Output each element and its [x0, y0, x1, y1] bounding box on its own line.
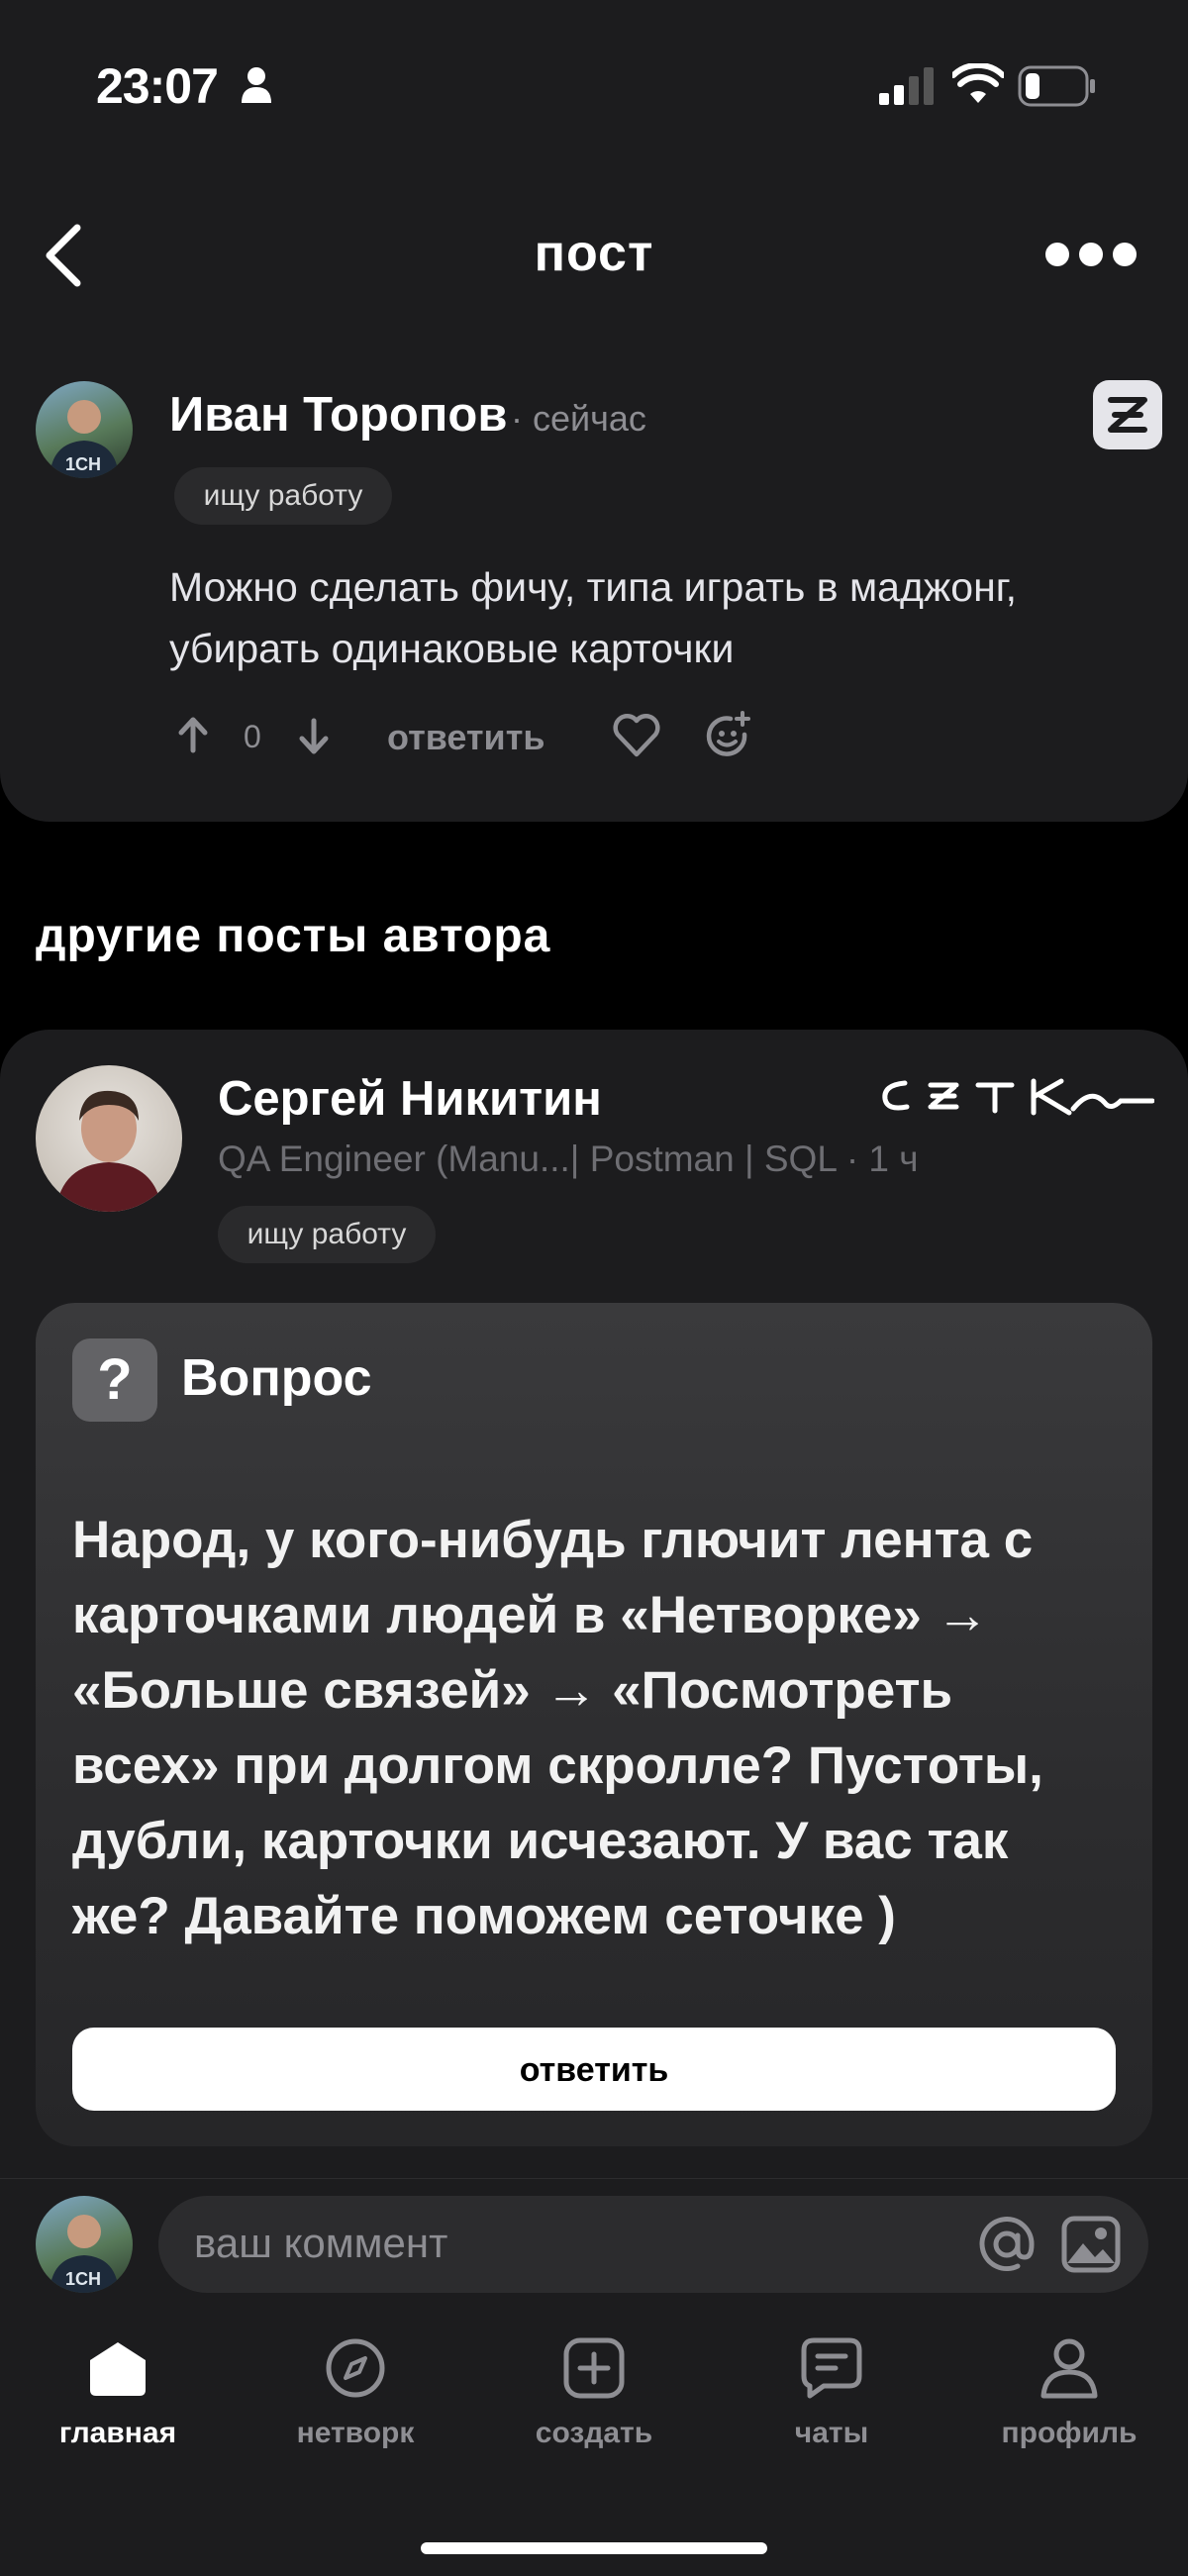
- tab-label: чаты: [794, 2417, 869, 2449]
- downvote-button[interactable]: [297, 717, 331, 761]
- post-author-subtitle: QA Engineer (Manu...| Postman | SQL · 1 …: [218, 1139, 919, 1179]
- comment-text-line: убирать одинаковые карточки: [169, 626, 735, 671]
- post-author-name[interactable]: Сергей Никитин: [218, 1071, 602, 1127]
- comment-text-line: Можно сделать фичу, типа играть в маджон…: [169, 564, 1018, 610]
- comment-author[interactable]: Иван Торопов: [169, 387, 507, 443]
- vote-score: 0: [244, 719, 261, 754]
- mention-icon[interactable]: [976, 2214, 1038, 2280]
- more-options-button[interactable]: [1043, 240, 1138, 274]
- home-indicator: [421, 2542, 767, 2554]
- svg-text:1CH: 1CH: [65, 454, 101, 474]
- comment-input-placeholder[interactable]: ваш коммент: [194, 2220, 447, 2267]
- comment-text: Можно сделать фичу, типа играть в маджон…: [169, 556, 1017, 679]
- tab-create[interactable]: создать: [495, 2336, 693, 2450]
- question-text-line: же? Давайте поможем сеточке ): [72, 1887, 896, 1945]
- chat-icon: [801, 2337, 862, 2399]
- add-reaction-icon[interactable]: [703, 711, 752, 765]
- signal-icon: [879, 65, 937, 110]
- image-attach-icon[interactable]: [1061, 2216, 1121, 2278]
- question-text-line: «Больше связей» → «Посмотреть: [72, 1661, 953, 1720]
- question-text: Народ, у кого-нибудь глючит лента с карт…: [72, 1503, 1122, 1954]
- question-text-line: Народ, у кого-нибудь глючит лента с: [72, 1511, 1034, 1569]
- battery-icon: [1018, 65, 1097, 112]
- section-title: другие посты автора: [36, 910, 551, 962]
- wifi-icon: [950, 61, 1006, 110]
- plus-square-icon: [563, 2337, 625, 2399]
- heart-icon[interactable]: [612, 711, 661, 763]
- page-title: пост: [534, 225, 654, 282]
- brand-logo: [875, 1071, 1155, 1126]
- question-label: Вопрос: [181, 1349, 372, 1407]
- question-text-line: дубли, карточки исчезают. У вас так: [72, 1812, 1009, 1870]
- compass-icon: [326, 2338, 385, 2398]
- post-reply-button[interactable]: ответить: [72, 2028, 1116, 2111]
- question-icon: ?: [72, 1338, 157, 1422]
- tab-network[interactable]: нетворк: [256, 2336, 454, 2450]
- question-text-line: всех» при долгом скролле? Пустоты,: [72, 1736, 1043, 1795]
- question-text-line: карточками людей в «Нетворке» →: [72, 1586, 989, 1644]
- svg-text:1CH: 1CH: [65, 2269, 101, 2289]
- my-avatar[interactable]: 1CH: [36, 2196, 133, 2293]
- post-tag: ищу работу: [218, 1206, 436, 1263]
- comment-tag: ищу работу: [174, 467, 392, 525]
- comment-time: · сейчас: [511, 398, 646, 439]
- tab-home[interactable]: главная: [19, 2336, 217, 2450]
- tab-label: создать: [535, 2417, 653, 2449]
- home-icon: [90, 2342, 146, 2396]
- avatar[interactable]: 1CH: [36, 381, 133, 478]
- tab-label: профиль: [1001, 2417, 1138, 2449]
- tab-label: нетворк: [296, 2417, 415, 2449]
- tab-chats[interactable]: чаты: [733, 2336, 931, 2450]
- status-time: 23:07: [96, 58, 219, 114]
- person-icon: [1040, 2338, 1098, 2399]
- tab-profile[interactable]: профиль: [970, 2336, 1168, 2450]
- post-author-avatar[interactable]: [36, 1065, 182, 1212]
- tab-label: главная: [58, 2417, 177, 2449]
- person-status-icon: [240, 65, 273, 110]
- comment-reply-button[interactable]: ответить: [387, 717, 544, 758]
- brand-badge-icon[interactable]: [1093, 380, 1162, 449]
- upvote-button[interactable]: [176, 715, 210, 759]
